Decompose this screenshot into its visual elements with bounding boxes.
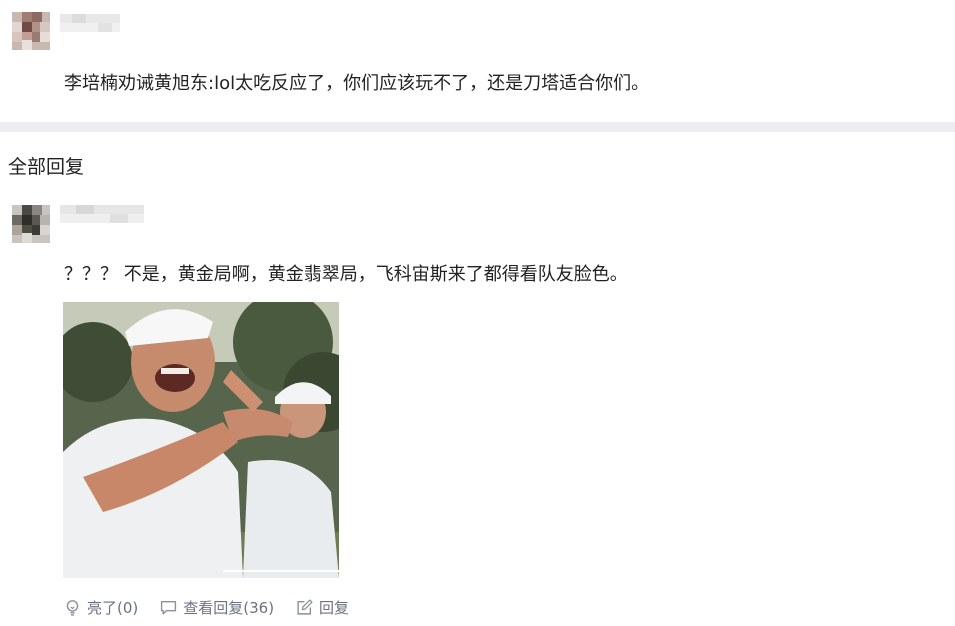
avatar[interactable] [12,205,50,243]
like-button[interactable]: 亮了(0) [64,597,138,618]
username[interactable] [60,205,144,223]
reply-label: 回复 [319,598,350,617]
post-text: 李培楠劝诫黄旭东:lol太吃反应了，你们应该玩不了，还是刀塔适合你们。 [64,73,650,94]
reply-text: ？？？ 不是，黄金局啊，黄金翡翠局，飞科宙斯来了都得看队友脸色。 [64,264,628,285]
divider [0,122,955,132]
reply-actions: 亮了(0) 查看回复(36) 回复 [64,596,371,618]
golf-photo-illustration [63,302,339,578]
view-replies-label: 查看回复(36) [183,598,275,617]
reply-button[interactable]: 回复 [296,597,349,618]
edit-icon [297,598,313,615]
avatar[interactable] [12,12,50,50]
section-title: 全部回复 [8,156,85,178]
like-label: 亮了(0) [87,598,139,617]
view-replies-button[interactable]: 查看回复(36) [160,597,274,618]
comment-icon [161,600,177,615]
lightbulb-icon [66,599,79,616]
reply-image[interactable] [63,302,339,578]
username[interactable] [60,14,120,32]
